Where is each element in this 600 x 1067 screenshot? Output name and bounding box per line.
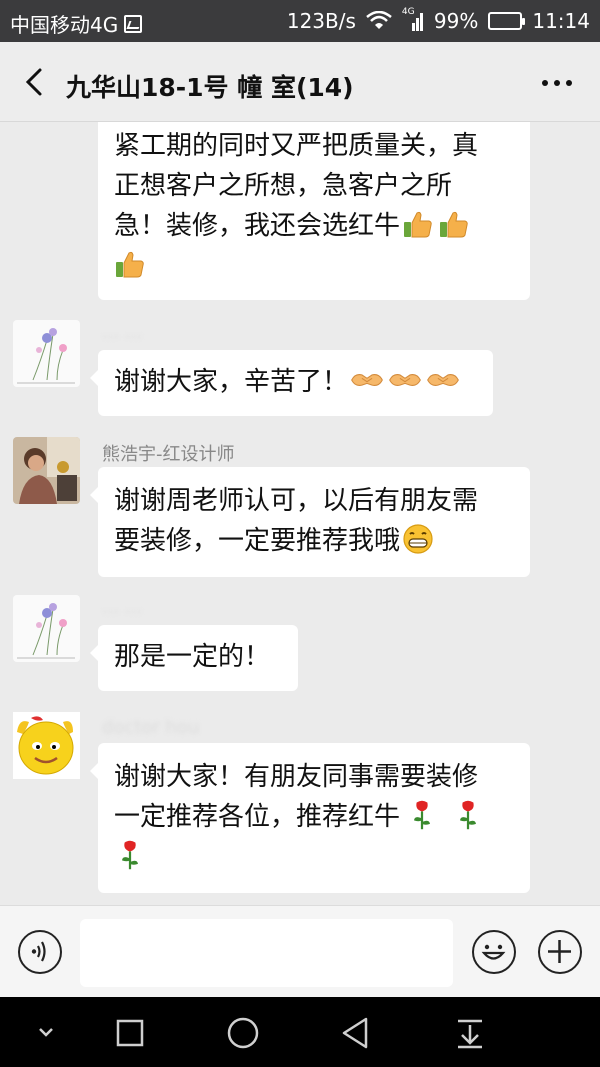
message-text: 要装修，一定要推荐我哦	[114, 526, 401, 556]
thumbs-up-icon	[438, 208, 470, 240]
rose-icon	[452, 799, 484, 831]
handshake-icon	[426, 364, 460, 396]
message-text-line: 一定推荐各位，推荐红牛	[114, 797, 514, 837]
grin-icon	[402, 523, 434, 555]
dot-icon	[566, 80, 572, 86]
flower-avatar-icon	[13, 595, 80, 662]
wifi-icon	[366, 11, 392, 29]
message-text-line	[114, 246, 514, 286]
carrier-label: 中国移动4G	[10, 13, 119, 37]
voice-input-button[interactable]	[18, 930, 62, 974]
input-bar	[0, 905, 600, 997]
sender-name: 熊浩宇-红设计师	[102, 444, 235, 465]
handshake-icon	[350, 364, 384, 396]
sender-name: doctor hou	[102, 717, 200, 738]
chevron-down-icon[interactable]	[28, 1015, 64, 1051]
image-notification-icon	[124, 14, 143, 33]
network-speed: 123B/s	[286, 9, 356, 33]
more-options-button[interactable]	[542, 80, 572, 86]
recent-apps-icon[interactable]	[112, 1015, 148, 1051]
message-text-line: 要装修，一定要推荐我哦	[114, 521, 514, 561]
clock: 11:14	[532, 9, 590, 33]
dot-icon	[554, 80, 560, 86]
signal-icon: 4G	[402, 7, 424, 31]
message-bubble: 紧工期的同时又严把质量关，真 正想客户之所想，急客户之所 急！装修，我还会选红牛	[98, 122, 530, 300]
message-text: 急！装修，我还会选红牛	[114, 211, 401, 241]
message-text: 谢谢大家，辛苦了！	[114, 367, 349, 397]
message-bubble: 谢谢周老师认可，以后有朋友需 要装修，一定要推荐我哦	[90, 467, 530, 577]
thumbs-up-icon	[402, 208, 434, 240]
avatar[interactable]	[13, 712, 80, 779]
smiley-icon	[481, 944, 506, 960]
message-bubble: 谢谢大家，辛苦了！	[90, 350, 493, 416]
sender-name: ... ...	[102, 597, 143, 618]
back-arrow-icon[interactable]	[20, 66, 50, 98]
home-icon[interactable]	[225, 1015, 261, 1051]
message-input[interactable]	[80, 919, 453, 987]
voice-icon	[31, 941, 46, 962]
message-text-line	[114, 837, 514, 877]
rose-icon	[406, 799, 438, 831]
notification-pulldown-icon[interactable]	[452, 1015, 488, 1051]
avatar[interactable]	[13, 595, 80, 662]
message-text-line: 正想客户之所想，急客户之所	[114, 171, 453, 201]
back-triangle-icon[interactable]	[338, 1015, 374, 1051]
system-nav-bar	[0, 997, 600, 1067]
flower-avatar-icon	[13, 320, 80, 387]
plus-icon	[548, 940, 571, 963]
message-text-line: 紧工期的同时又严把质量关，真	[114, 131, 479, 161]
message-bubble: 谢谢大家！有朋友同事需要装修 一定推荐各位，推荐红牛	[90, 743, 530, 893]
rose-icon	[114, 839, 146, 871]
more-actions-button[interactable]	[538, 930, 582, 974]
sender-name: ... ...	[102, 322, 143, 343]
message-bubble: 那是一定的！	[90, 625, 298, 691]
handshake-icon	[388, 364, 422, 396]
avatar[interactable]	[13, 320, 80, 387]
battery-percent: 99%	[433, 9, 479, 33]
status-bar: 中国移动4G 123B/s 4G 99% 11:14	[0, 0, 600, 42]
message-text-line: 谢谢周老师认可，以后有朋友需	[114, 486, 479, 516]
cartoon-avatar-icon	[13, 712, 80, 779]
chat-title: 九华山18-1号 幢 室(14)	[66, 73, 354, 102]
battery-icon	[488, 12, 526, 30]
message-list[interactable]: 紧工期的同时又严把质量关，真 正想客户之所想，急客户之所 急！装修，我还会选红牛…	[0, 122, 600, 905]
person-photo-icon	[13, 437, 80, 504]
emoji-button[interactable]	[472, 930, 516, 974]
thumbs-up-icon	[114, 248, 146, 280]
dot-icon	[542, 80, 548, 86]
message-text: 一定推荐各位，推荐红牛	[114, 802, 401, 832]
chat-header: 九华山18-1号 幢 室(14)	[0, 42, 600, 122]
message-text-line: 急！装修，我还会选红牛	[114, 206, 514, 246]
avatar[interactable]	[13, 437, 80, 504]
message-text-line: 谢谢大家！有朋友同事需要装修	[114, 762, 479, 792]
message-text: 那是一定的！	[114, 642, 271, 672]
